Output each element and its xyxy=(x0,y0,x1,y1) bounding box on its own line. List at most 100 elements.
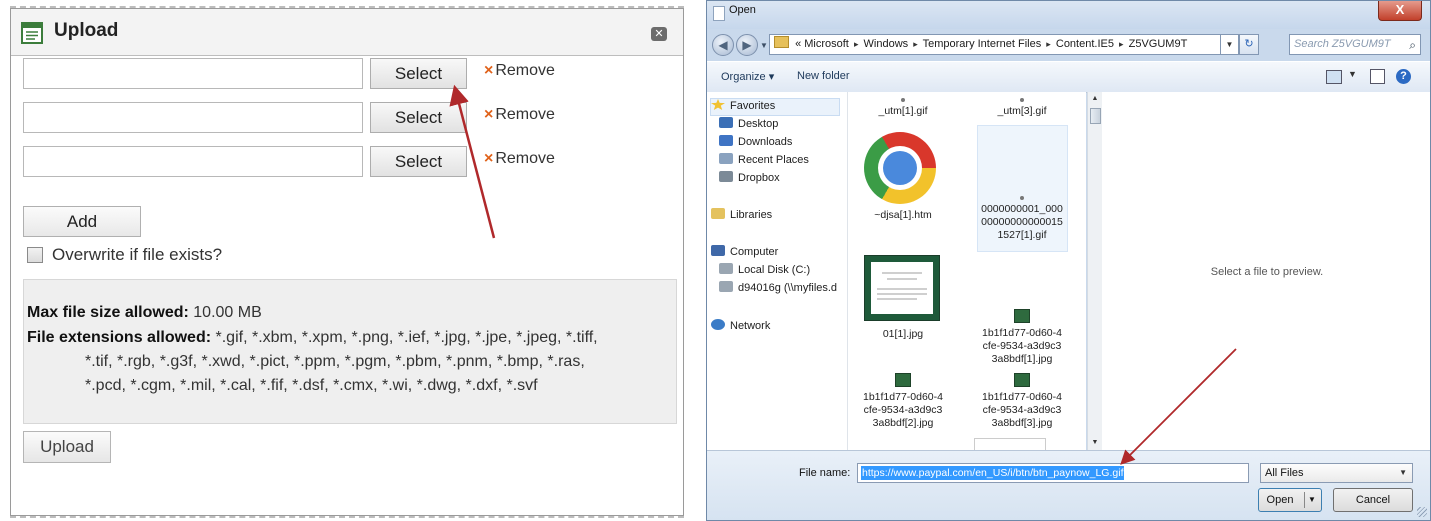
image-thumbnail[interactable] xyxy=(974,438,1046,450)
change-view-icon[interactable] xyxy=(1326,70,1342,84)
nav-libraries[interactable]: Libraries xyxy=(711,208,772,226)
upload-titlebar: Upload ✕ xyxy=(11,9,683,56)
file-item[interactable]: 1b1f1d77-0d60-4 cfe-9534-a3d9c3 3a8bdf[3… xyxy=(967,373,1077,430)
breadcrumb-separator[interactable]: ▸ xyxy=(1119,39,1124,49)
computer-icon xyxy=(711,245,725,256)
breadcrumb-windows[interactable]: Windows xyxy=(864,38,909,50)
file-name-input[interactable]: https://www.paypal.com/en_US/i/btn/btn_p… xyxy=(857,463,1398,483)
overwrite-checkbox[interactable] xyxy=(27,247,43,263)
max-size-line: Max file size allowed: 10.00 MB xyxy=(27,302,262,324)
help-icon[interactable]: ? xyxy=(1396,69,1411,84)
view-controls: ▼ ? xyxy=(1326,69,1416,85)
breadcrumb-microsoft[interactable]: Microsoft xyxy=(804,38,849,50)
extensions-label: File extensions allowed: xyxy=(27,329,212,346)
breadcrumb-content-ie5[interactable]: Content.IE5 xyxy=(1056,38,1114,50)
breadcrumb-temporary-internet-files[interactable]: Temporary Internet Files xyxy=(923,38,1042,50)
remove-link-2[interactable]: × Remove xyxy=(484,106,555,124)
nav-downloads[interactable]: Downloads xyxy=(719,135,792,153)
open-button[interactable]: Open ▼ xyxy=(1258,488,1322,512)
window-close-button[interactable]: X xyxy=(1378,1,1422,21)
upload-dialog: Upload ✕ Select × Remove Select × Remove S… xyxy=(10,6,684,518)
file-type-select[interactable]: All Files ▼ xyxy=(1260,463,1413,483)
forward-button[interactable]: ▶ xyxy=(736,34,758,56)
nav-local-disk[interactable]: Local Disk (C:) xyxy=(719,263,810,281)
open-titlebar: Open X xyxy=(707,1,1430,29)
preview-pane-icon[interactable] xyxy=(1370,69,1385,84)
recent-locations-dropdown[interactable]: ▼ xyxy=(760,41,768,50)
file-list: _utm[1].gif _utm[3].gif ~djsa[1].htm 000… xyxy=(848,92,1086,450)
search-placeholder: Search Z5VGUM9T xyxy=(1294,38,1391,50)
desktop-icon xyxy=(719,117,733,128)
add-button[interactable]: Add xyxy=(23,206,141,237)
file-name: _utm[1].gif xyxy=(878,105,928,117)
select-button-1[interactable]: Select xyxy=(370,58,467,89)
view-options-dropdown[interactable]: ▼ xyxy=(1348,69,1357,79)
extensions-block: File extensions allowed: *.gif, *.xbm, *… xyxy=(27,326,671,398)
nav-computer[interactable]: Computer xyxy=(711,245,778,263)
scroll-thumb[interactable] xyxy=(1090,108,1101,124)
file-type-value: All Files xyxy=(1265,467,1304,479)
nav-dropbox-label: Dropbox xyxy=(738,172,780,184)
file-item[interactable]: ~djsa[1].htm xyxy=(848,209,958,222)
close-icon[interactable]: ✕ xyxy=(651,27,667,41)
file-name-line: 3a8bdf[2].jpg xyxy=(872,417,934,429)
nav-favorites[interactable]: Favorites xyxy=(711,99,775,117)
back-button[interactable]: ◀ xyxy=(712,34,734,56)
extensions-line-3: *.pcd, *.cgm, *.mil, *.cal, *.fif, *.dsf… xyxy=(85,377,538,394)
scroll-up-icon[interactable]: ▲ xyxy=(1090,94,1100,104)
nav-recent-places-label: Recent Places xyxy=(738,154,809,166)
breadcrumb-separator[interactable]: ▸ xyxy=(1046,39,1051,49)
select-button-2[interactable]: Select xyxy=(370,102,467,133)
dialog-bottom-border xyxy=(10,516,684,518)
scroll-down-icon[interactable]: ▼ xyxy=(1090,438,1100,448)
file-item[interactable]: _utm[1].gif xyxy=(848,98,958,118)
search-input[interactable]: Search Z5VGUM9T ⌕ xyxy=(1289,34,1421,55)
file-icon xyxy=(901,98,905,102)
new-folder-button[interactable]: New folder xyxy=(797,70,850,82)
nav-network-drive[interactable]: d94016g (\\myfiles.d xyxy=(719,281,837,299)
command-toolbar: Organize ▾ New folder ▼ ? xyxy=(707,61,1430,93)
breadcrumb-z5vgum9t[interactable]: Z5VGUM9T xyxy=(1129,38,1188,50)
file-path-input-1[interactable] xyxy=(23,58,363,89)
file-name-line: cfe-9534-a3d9c3 xyxy=(982,404,1062,416)
address-dropdown[interactable]: ▼ xyxy=(1221,34,1239,55)
recent-places-icon xyxy=(719,153,733,164)
nav-recent-places[interactable]: Recent Places xyxy=(719,153,809,171)
nav-network[interactable]: Network xyxy=(711,319,770,337)
file-item[interactable]: 1b1f1d77-0d60-4 cfe-9534-a3d9c3 3a8bdf[2… xyxy=(848,373,958,430)
image-file-icon xyxy=(1014,373,1030,387)
nav-computer-label: Computer xyxy=(730,246,779,258)
open-options-dropdown[interactable]: ▼ xyxy=(1304,492,1319,508)
nav-dropbox[interactable]: Dropbox xyxy=(719,171,780,189)
app-icon xyxy=(713,6,725,21)
select-button-3[interactable]: Select xyxy=(370,146,467,177)
cancel-button[interactable]: Cancel xyxy=(1333,488,1413,512)
file-name-line: 1b1f1d77-0d60-4 xyxy=(863,391,943,403)
file-item[interactable]: _utm[3].gif xyxy=(967,98,1077,118)
nav-desktop[interactable]: Desktop xyxy=(719,117,778,135)
search-icon[interactable]: ⌕ xyxy=(1409,36,1416,55)
remove-link-3[interactable]: × Remove xyxy=(484,150,555,168)
remove-link-1[interactable]: × Remove xyxy=(484,62,555,80)
refresh-icon[interactable]: ↻ xyxy=(1239,34,1259,55)
nav-network-label: Network xyxy=(730,320,771,332)
breadcrumb-separator[interactable]: ▸ xyxy=(854,39,859,49)
file-item[interactable]: 01[1].jpg xyxy=(848,328,958,341)
extensions-line-1: *.gif, *.xbm, *.xpm, *.png, *.ief, *.jpg… xyxy=(215,329,598,346)
organize-menu[interactable]: Organize ▾ xyxy=(721,70,774,83)
file-name-line: 3a8bdf[3].jpg xyxy=(991,417,1053,429)
file-list-scrollbar[interactable]: ▲ ▼ xyxy=(1087,92,1102,450)
navigation-pane: Favorites Desktop Downloads Recent Place… xyxy=(707,92,848,450)
file-item-selected[interactable]: 0000000001_000 00000000000015 1527[1].gi… xyxy=(967,196,1077,242)
file-name: 01[1].jpg xyxy=(882,328,924,340)
chrome-icon[interactable] xyxy=(864,132,936,204)
address-bar[interactable]: « Microsoft ▸ Windows ▸ Temporary Intern… xyxy=(769,34,1221,55)
resize-grip[interactable] xyxy=(1417,507,1427,517)
file-item[interactable]: 1b1f1d77-0d60-4 cfe-9534-a3d9c3 3a8bdf[1… xyxy=(967,309,1077,366)
file-path-input-2[interactable] xyxy=(23,102,363,133)
image-thumbnail[interactable] xyxy=(864,255,940,321)
file-path-input-3[interactable] xyxy=(23,146,363,177)
folder-icon xyxy=(774,36,789,48)
upload-button[interactable]: Upload xyxy=(23,431,111,463)
breadcrumb-separator[interactable]: ▸ xyxy=(913,39,918,49)
